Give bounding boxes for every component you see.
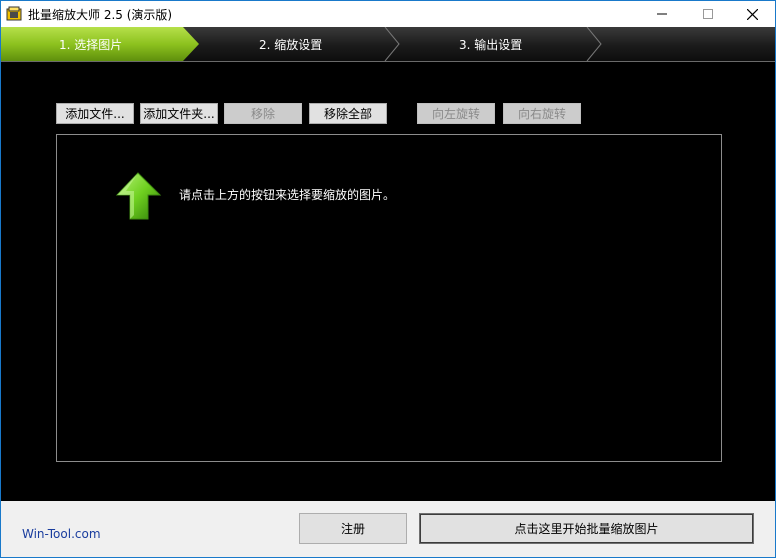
minimize-button[interactable] (639, 1, 685, 27)
minimize-icon (657, 13, 667, 15)
rotate-left-button[interactable]: 向左旋转 (417, 103, 495, 124)
step-output-settings[interactable]: 3. 输出设置 (459, 27, 522, 62)
window-title: 批量缩放大师 2.5 (演示版) (28, 8, 173, 22)
step-separator (586, 27, 602, 62)
step-separator (384, 27, 400, 62)
remove-button[interactable]: 移除 (224, 103, 302, 124)
register-button[interactable]: 注册 (299, 513, 407, 544)
rotate-right-button[interactable]: 向右旋转 (503, 103, 581, 124)
close-icon (746, 8, 758, 20)
step-select-images[interactable]: 1. 选择图片 (59, 27, 122, 62)
wizard-step-bar: 1. 选择图片 2. 缩放设置 3. 输出设置 (1, 27, 775, 62)
start-batch-resize-button[interactable]: 点击这里开始批量缩放图片 (419, 513, 754, 544)
maximize-button[interactable] (685, 1, 731, 27)
maximize-icon (703, 9, 713, 19)
app-icon (6, 6, 22, 21)
add-file-button[interactable]: 添加文件... (56, 103, 134, 124)
up-arrow-icon (115, 172, 162, 220)
website-link[interactable]: Win-Tool.com (22, 527, 101, 541)
image-list-area[interactable]: 请点击上方的按钮来选择要缩放的图片。 (56, 134, 722, 462)
add-folder-button[interactable]: 添加文件夹... (140, 103, 218, 124)
title-bar[interactable]: 批量缩放大师 2.5 (演示版) (1, 1, 775, 27)
close-button[interactable] (729, 1, 775, 27)
footer-panel: Win-Tool.com 注册 点击这里开始批量缩放图片 (1, 501, 775, 557)
app-window: 批量缩放大师 2.5 (演示版) 1. 选择图片 2. 缩放设置 3. 输出设置… (0, 0, 776, 558)
empty-list-hint: 请点击上方的按钮来选择要缩放的图片。 (179, 188, 396, 202)
remove-all-button[interactable]: 移除全部 (309, 103, 387, 124)
step-resize-settings[interactable]: 2. 缩放设置 (259, 27, 322, 62)
